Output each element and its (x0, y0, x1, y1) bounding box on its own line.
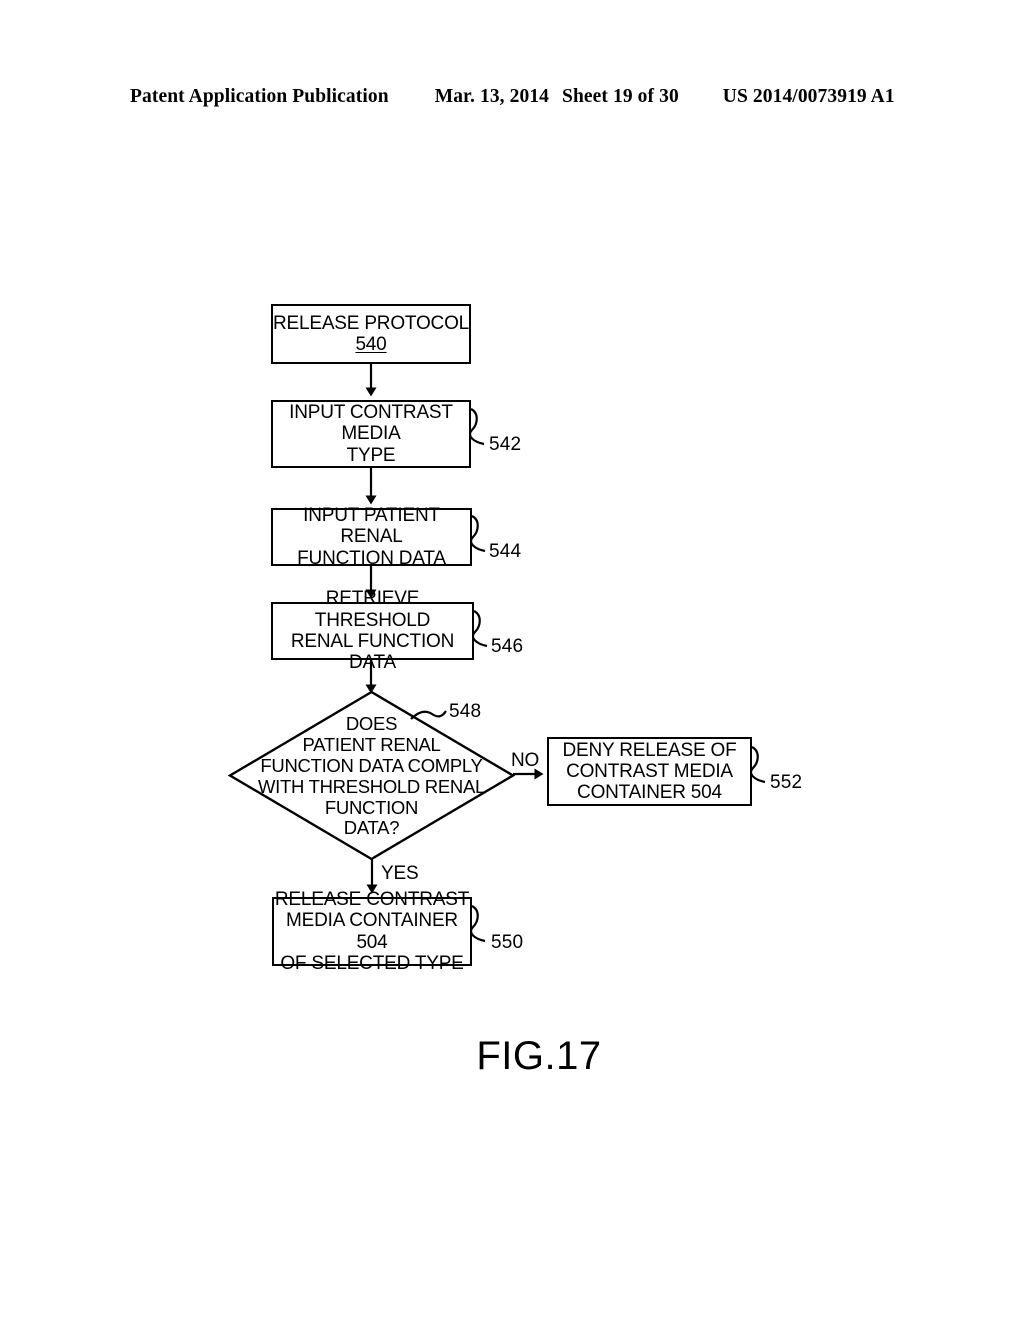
node-deny-release[interactable]: DENY RELEASE OF CONTRAST MEDIA CONTAINER… (547, 737, 752, 806)
branch-label-yes: YES (381, 863, 419, 884)
node-release-contrast-media-container[interactable]: RELEASE CONTRAST MEDIA CONTAINER 504 OF … (272, 889, 472, 974)
node-ref-number: 540 (355, 334, 387, 355)
node-label: DENY RELEASE OF CONTRAST MEDIA CONTAINER… (562, 739, 737, 804)
leader-line-550 (469, 905, 486, 943)
node-release-protocol[interactable]: RELEASE PROTOCOL 540 (271, 304, 471, 364)
leader-line-546 (471, 610, 488, 648)
flowchart-connectors (227, 364, 766, 943)
node-label: INPUT CONTRAST MEDIA TYPE (289, 402, 453, 466)
node-label: RETRIEVE THRESHOLD RENAL FUNCTION DATA (290, 588, 455, 674)
branch-label-no: NO (511, 750, 540, 771)
ref-number-544: 544 (489, 541, 522, 562)
node-input-contrast-media-type[interactable]: INPUT CONTRAST MEDIA TYPE (271, 400, 471, 468)
flowchart-figure: RELEASE PROTOCOL 540 INPUT CONTRAST MEDIA… (0, 0, 1024, 1320)
ref-number-548: 548 (449, 701, 482, 722)
leader-line-544 (469, 515, 486, 553)
figure-caption: FIG.17 (0, 1034, 1024, 1079)
node-label: INPUT PATIENT RENAL FUNCTION DATA (297, 505, 446, 569)
node-label: RELEASE PROTOCOL 540 (273, 312, 470, 355)
ref-number-546: 546 (491, 636, 524, 657)
ref-number-542: 542 (489, 434, 522, 455)
node-label: DOES PATIENT RENAL FUNCTION DATA COMPLY … (258, 713, 485, 839)
leader-line-552 (749, 746, 766, 784)
leader-line-542 (468, 408, 485, 446)
node-retrieve-threshold-renal-function-data[interactable]: RETRIEVE THRESHOLD RENAL FUNCTION DATA (271, 588, 474, 673)
node-input-patient-renal-function-data[interactable]: INPUT PATIENT RENAL FUNCTION DATA (271, 505, 472, 569)
figure-caption-text: FIG.17 (476, 1034, 602, 1078)
node-label: RELEASE CONTRAST MEDIA CONTAINER 504 OF … (274, 888, 470, 974)
ref-number-550: 550 (491, 932, 524, 953)
ref-number-552: 552 (770, 772, 803, 793)
